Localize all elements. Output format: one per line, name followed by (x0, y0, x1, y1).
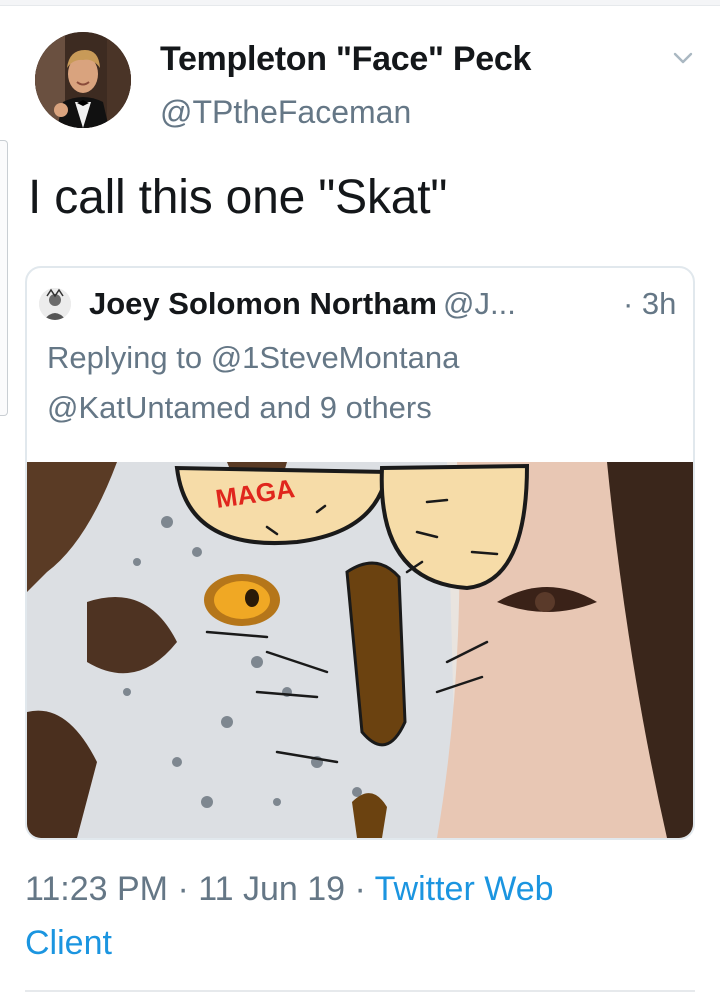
top-divider (0, 0, 720, 6)
chevron-down-icon[interactable] (672, 50, 694, 66)
tweet-timestamp[interactable]: 11:23 PM · 11 Jun 19 · (25, 870, 375, 908)
quoted-timestamp[interactable]: · 3h (623, 286, 676, 322)
author-display-name[interactable]: Templeton "Face" Peck (160, 40, 531, 79)
quoted-avatar-image (39, 288, 71, 320)
tweet-source-link-continued[interactable]: Client (25, 924, 112, 963)
author-handle[interactable]: @TPtheFaceman (160, 94, 411, 131)
quoted-author-avatar[interactable] (39, 288, 71, 320)
replying-to-line: Replying to @1SteveMontana (47, 340, 460, 375)
bottom-divider (25, 990, 695, 992)
quoted-tweet-card[interactable]: Joey Solomon Northam @J... · 3h Replying… (25, 266, 695, 840)
replying-to-others-line: @KatUntamed and 9 others (47, 390, 432, 425)
quoted-display-name[interactable]: Joey Solomon Northam (89, 286, 437, 322)
tweet-source-link[interactable]: Twitter Web (375, 870, 554, 908)
tweet-timestamp-line: 11:23 PM · 11 Jun 19 · Twitter Web (25, 870, 554, 909)
quoted-tweet-image[interactable]: MAGA (27, 462, 693, 838)
tweet-text: I call this one "Skat" (28, 171, 448, 224)
author-avatar-image (35, 32, 131, 128)
quoted-image-artwork: MAGA (27, 462, 693, 838)
quoted-handle[interactable]: @J... (443, 286, 516, 322)
left-scroll-edge (0, 140, 8, 416)
author-avatar[interactable] (35, 32, 131, 128)
